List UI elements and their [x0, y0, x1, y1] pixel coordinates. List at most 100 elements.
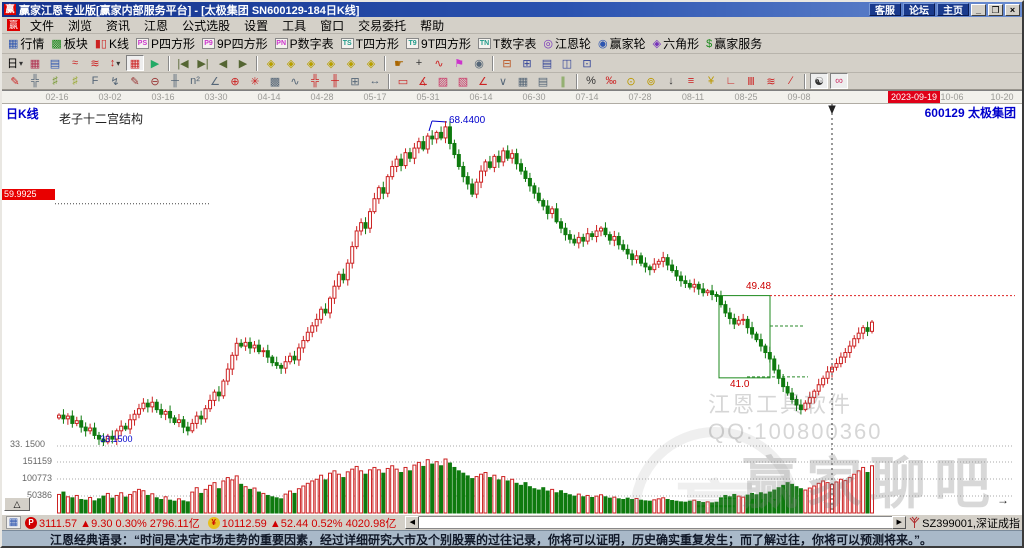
- gann-grid-icon[interactable]: ╬: [26, 73, 44, 89]
- angle-line-icon[interactable]: ∠: [474, 73, 492, 89]
- winner-wheel-button[interactable]: ◉ 赢家轮: [595, 35, 649, 52]
- title-link-1[interactable]: 论坛: [903, 3, 935, 17]
- width-tool-icon[interactable]: ↔: [366, 73, 384, 89]
- period-day-dropdown[interactable]: 日 ▾: [6, 55, 24, 71]
- angle-pointer-icon[interactable]: ∠: [206, 73, 224, 89]
- scroll-left-button[interactable]: ◀: [405, 516, 420, 529]
- gann-diamond-1-icon[interactable]: ◈: [262, 55, 280, 71]
- slope-line-icon[interactable]: ∕: [782, 73, 800, 89]
- wave-icon[interactable]: ∿: [286, 73, 304, 89]
- menu-item-7[interactable]: 窗口: [313, 16, 351, 35]
- memo-icon[interactable]: ▤: [538, 55, 556, 71]
- golden-circle1-icon[interactable]: ⊙: [622, 73, 640, 89]
- cycle-circle-icon[interactable]: ⊖: [146, 73, 164, 89]
- minimize-button[interactable]: _: [971, 3, 986, 16]
- save-icon[interactable]: ◫: [558, 55, 576, 71]
- color-fill-icon[interactable]: ▶: [146, 55, 164, 71]
- grid-dense-icon[interactable]: ╫: [166, 73, 184, 89]
- fib-tool-icon[interactable]: F: [86, 73, 104, 89]
- 9p-square-button[interactable]: P9 9P四方形: [199, 35, 271, 52]
- drop-pen-icon[interactable]: ↓: [662, 73, 680, 89]
- title-link-0[interactable]: 客服: [869, 3, 901, 17]
- menu-item-0[interactable]: 文件: [23, 16, 61, 35]
- menu-item-8[interactable]: 交易委托: [351, 16, 413, 35]
- p-number-table-button[interactable]: PN P数字表: [272, 35, 337, 52]
- scroll-right-button[interactable]: ▶: [892, 516, 907, 529]
- kline-window-icon[interactable]: ▦: [26, 55, 44, 71]
- gann-circle-icon[interactable]: ⊕: [226, 73, 244, 89]
- infinity-icon[interactable]: ∞: [830, 73, 848, 89]
- spiral-tool-icon[interactable]: ↯: [106, 73, 124, 89]
- grid-red1-icon[interactable]: ╬: [306, 73, 324, 89]
- slash-lines-icon[interactable]: ∥: [554, 73, 572, 89]
- info-panel-icon[interactable]: ▤: [46, 55, 64, 71]
- tools-icon[interactable]: ⊡: [578, 55, 596, 71]
- hexagon-button[interactable]: ◈ 六角形: [650, 35, 702, 52]
- shade-box1-icon[interactable]: ▨: [434, 73, 452, 89]
- close-button[interactable]: ×: [1005, 3, 1020, 16]
- menu-item-1[interactable]: 浏览: [61, 16, 99, 35]
- zigzag-tool-icon[interactable]: ∿: [430, 55, 448, 71]
- starburst-icon[interactable]: ✳: [246, 73, 264, 89]
- red-band-icon[interactable]: ≡: [682, 73, 700, 89]
- calendar-icon[interactable]: ⊟: [498, 55, 516, 71]
- menu-item-6[interactable]: 工具: [275, 16, 313, 35]
- gann-diamond-2-icon[interactable]: ◈: [282, 55, 300, 71]
- title-link-2[interactable]: 主页: [937, 3, 969, 17]
- grid-box-icon[interactable]: ⊞: [346, 73, 364, 89]
- trend-small-icon[interactable]: ≈: [66, 55, 84, 71]
- angle-l-icon[interactable]: ∟: [722, 73, 740, 89]
- grid-red2-icon[interactable]: ╫: [326, 73, 344, 89]
- winner-service-button[interactable]: $ 赢家服务: [703, 35, 765, 52]
- crosshair-tool-icon[interactable]: +: [410, 55, 428, 71]
- menu-item-2[interactable]: 资讯: [99, 16, 137, 35]
- next-bar-button[interactable]: ▶: [234, 55, 252, 71]
- gold-band-icon[interactable]: ¥: [702, 73, 720, 89]
- candle-tool-icon[interactable]: ↕ ▾: [106, 55, 124, 71]
- t-square-button[interactable]: TS T四方形: [338, 35, 402, 52]
- hand-tool-icon[interactable]: ☛: [390, 55, 408, 71]
- gann-diamond-3-icon[interactable]: ◈: [302, 55, 320, 71]
- grid-fine-icon[interactable]: ▦: [514, 73, 532, 89]
- percent-tool-icon[interactable]: %: [582, 73, 600, 89]
- fan-red-icon[interactable]: ≋: [762, 73, 780, 89]
- yinyang-icon[interactable]: ☯: [810, 73, 828, 89]
- restore-button[interactable]: ❐: [988, 3, 1003, 16]
- 9t-square-button[interactable]: T9 9T四方形: [403, 35, 474, 52]
- menu-item-5[interactable]: 设置: [237, 16, 275, 35]
- sectors-button[interactable]: ▩ 板块: [48, 35, 90, 52]
- calculator-icon[interactable]: ⊞: [518, 55, 536, 71]
- menu-item-3[interactable]: 江恩: [137, 16, 175, 35]
- kline-button[interactable]: ▮▯ K线: [92, 35, 132, 52]
- trend-large-icon[interactable]: ≋: [86, 55, 104, 71]
- flag-tool-icon[interactable]: ⚑: [450, 55, 468, 71]
- pane-toggle-button[interactable]: △: [4, 497, 30, 511]
- multi-line-icon[interactable]: Ⅲ: [742, 73, 760, 89]
- kline-style-icon[interactable]: ▦: [126, 55, 144, 71]
- gann-diamond-6-icon[interactable]: ◈: [362, 55, 380, 71]
- shade-box2-icon[interactable]: ▧: [454, 73, 472, 89]
- status-scrollbar[interactable]: ◀ ▶: [405, 516, 907, 529]
- pencil-tool-icon[interactable]: ✎: [6, 73, 24, 89]
- p-square-button[interactable]: PS P四方形: [133, 35, 198, 52]
- panel-lines-icon[interactable]: ▤: [534, 73, 552, 89]
- kline-chart-area[interactable]: 02-16 03-02 03-16 03-30 04-14 04-28 05-17 05-31…: [2, 90, 1022, 514]
- rect-select-icon[interactable]: ▭: [394, 73, 412, 89]
- scroll-track[interactable]: [419, 516, 893, 529]
- menu-item-4[interactable]: 公式选股: [175, 16, 237, 35]
- last-page-button[interactable]: ▶|: [194, 55, 212, 71]
- golden-circle2-icon[interactable]: ⊚: [642, 73, 660, 89]
- grid-dark-icon[interactable]: ▩: [266, 73, 284, 89]
- pen2-tool-icon[interactable]: ✎: [126, 73, 144, 89]
- permille-tool-icon[interactable]: ‰: [602, 73, 620, 89]
- t-number-table-button[interactable]: TN T数字表: [475, 35, 539, 52]
- gann-wheel-button[interactable]: ◎ 江恩轮: [540, 35, 594, 52]
- quote-grid-icon[interactable]: ▦: [6, 516, 21, 529]
- scroll-right-hint-icon[interactable]: →: [997, 493, 1009, 507]
- zigzag-line-icon[interactable]: ∨: [494, 73, 512, 89]
- sh-index-quote[interactable]: 3111.57 ▲9.30 0.30% 2796.11亿: [39, 515, 200, 531]
- prev-bar-button[interactable]: ◀: [214, 55, 232, 71]
- binoculars-icon[interactable]: ◉: [470, 55, 488, 71]
- gann-grid-up-icon[interactable]: ♯: [46, 73, 64, 89]
- sz-index-quote[interactable]: 10112.59 ▲52.44 0.52% 4020.98亿: [222, 515, 397, 531]
